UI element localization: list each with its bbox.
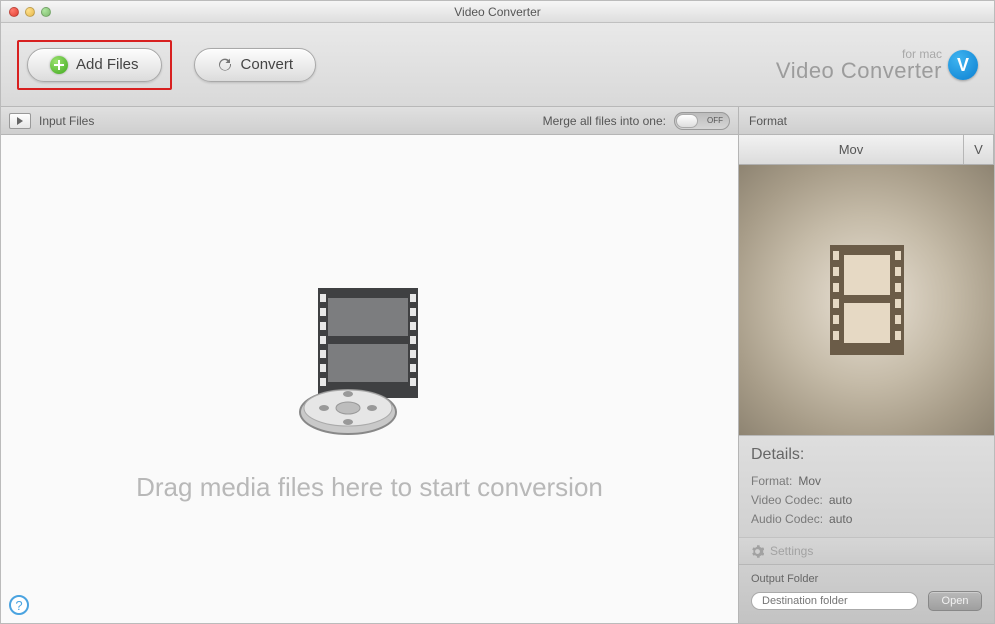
video-codec-value: auto (829, 493, 852, 507)
output-panel: Output Folder Open (739, 564, 994, 623)
film-clapper-icon (290, 284, 450, 444)
add-files-highlight: Add Files (17, 40, 172, 90)
output-folder-label: Output Folder (751, 573, 982, 585)
convert-icon (217, 57, 233, 73)
add-files-button[interactable]: Add Files (27, 48, 162, 82)
detail-row-format: Format: Mov (751, 474, 982, 488)
settings-label: Settings (770, 544, 813, 558)
convert-label: Convert (241, 56, 294, 73)
convert-button[interactable]: Convert (194, 48, 317, 82)
toolbar: Add Files Convert for mac Video Converte… (1, 23, 994, 107)
audio-codec-value: auto (829, 512, 852, 526)
merge-label: Merge all files into one: (543, 114, 666, 128)
format-tab-mov[interactable]: Mov (739, 135, 964, 164)
dropzone[interactable]: Drag media files here to start conversio… (1, 135, 738, 623)
left-pane: Input Files Merge all files into one: OF… (1, 107, 739, 623)
detail-row-audio-codec: Audio Codec: auto (751, 512, 982, 526)
detail-row-video-codec: Video Codec: auto (751, 493, 982, 507)
input-files-icon[interactable] (9, 113, 31, 129)
open-button[interactable]: Open (928, 591, 982, 611)
merge-toggle[interactable]: OFF (674, 112, 730, 130)
toggle-state: OFF (707, 116, 723, 125)
input-files-label: Input Files (39, 114, 94, 128)
format-value: Mov (798, 474, 821, 488)
destination-input[interactable] (751, 592, 918, 610)
filmstrip-icon (830, 245, 904, 355)
format-label: Format: (751, 474, 792, 488)
gear-icon (751, 545, 764, 558)
plus-icon (50, 56, 68, 74)
help-button[interactable]: ? (9, 595, 29, 615)
format-tab-more[interactable]: V (964, 135, 994, 164)
toggle-knob (676, 114, 698, 128)
settings-button[interactable]: Settings (739, 537, 994, 564)
format-header: Format (739, 107, 994, 135)
details-heading: Details: (751, 446, 982, 464)
app-window: Video Converter Add Files Convert for ma… (0, 0, 995, 624)
brand-main: Video Converter (776, 60, 942, 82)
format-tabs: Mov V (739, 135, 994, 165)
brand-logo-icon: V (948, 50, 978, 80)
right-pane: Format Mov V Details: F (739, 107, 994, 623)
video-codec-label: Video Codec: (751, 493, 823, 507)
audio-codec-label: Audio Codec: (751, 512, 823, 526)
titlebar: Video Converter (1, 1, 994, 23)
window-title: Video Converter (1, 5, 994, 19)
details-panel: Details: Format: Mov Video Codec: auto A… (739, 435, 994, 537)
content: Input Files Merge all files into one: OF… (1, 107, 994, 623)
brand: for mac Video Converter V (776, 48, 978, 82)
dropzone-hint: Drag media files here to start conversio… (136, 472, 603, 503)
format-preview (739, 165, 994, 435)
add-files-label: Add Files (76, 56, 139, 73)
input-subbar: Input Files Merge all files into one: OF… (1, 107, 738, 135)
